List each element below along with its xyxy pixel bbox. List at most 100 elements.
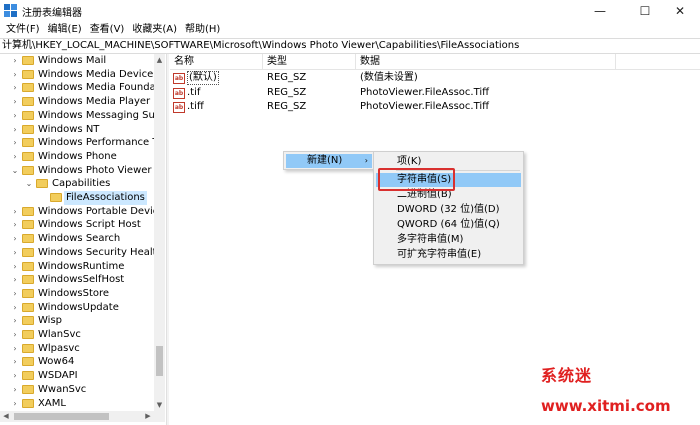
tree-item[interactable]: › WSDAPI [0,369,155,383]
table-row[interactable]: ab .tif REG_SZ PhotoViewer.FileAssoc.Tiff [170,86,700,100]
menu-favorites[interactable]: 收藏夹(A) [128,22,181,38]
folder-icon [22,56,34,65]
menu-item-new[interactable]: 新建(N) › [286,154,372,168]
tree-item[interactable]: › Windows NT [0,123,155,137]
submenu-item-dword-value[interactable]: DWORD (32 位)值(D) [376,203,521,217]
watermark-name: 系统迷 [541,366,593,385]
collapse-chevron-icon[interactable]: ⌄ [24,177,34,191]
scroll-left-icon[interactable]: ◀ [0,411,12,422]
table-row[interactable]: ab .tiff REG_SZ PhotoViewer.FileAssoc.Tiff [170,100,700,114]
expand-chevron-icon[interactable]: › [10,68,20,82]
expand-chevron-icon[interactable]: › [10,95,20,109]
expand-chevron-icon[interactable]: › [10,328,20,342]
scroll-down-icon[interactable]: ▼ [154,399,165,411]
column-name-header[interactable]: 名称 [170,54,263,70]
tree-vertical-scrollbar[interactable]: ▲ ▼ [154,54,165,411]
submenu-item-expandable-string-value[interactable]: 可扩充字符串值(E) [376,248,521,262]
table-row[interactable]: ab (默认) REG_SZ (数值未设置) [170,71,700,85]
tree-item[interactable]: FileAssociations [0,191,155,205]
expand-chevron-icon[interactable]: › [10,136,20,150]
expand-chevron-icon[interactable]: › [10,301,20,315]
expand-chevron-icon[interactable]: › [10,383,20,397]
close-button[interactable]: ✕ [660,0,700,22]
expand-chevron-icon[interactable]: › [10,287,20,301]
expand-chevron-icon[interactable]: › [10,246,20,260]
expand-chevron-icon[interactable]: › [10,123,20,137]
tree-item[interactable]: › Windows Phone [0,150,155,164]
expand-chevron-icon[interactable]: › [10,273,20,287]
value-type: REG_SZ [267,72,307,83]
tree-item[interactable]: ⌄ Windows Photo Viewer [0,164,155,178]
tree-item[interactable]: ⌄ Capabilities [0,177,155,191]
column-type-header[interactable]: 类型 [263,54,356,70]
tree-item-label: Windows Portable Device [38,205,155,217]
pane-splitter[interactable] [166,54,169,425]
tree-item[interactable]: › Wlpasvc [0,342,155,356]
address-bar[interactable]: 计算机\HKEY_LOCAL_MACHINE\SOFTWARE\Microsof… [0,38,700,54]
tree-item-label: Windows Security Health [38,246,155,258]
expand-chevron-icon[interactable]: › [10,150,20,164]
scroll-right-icon[interactable]: ▶ [142,411,154,422]
menu-view[interactable]: 查看(V) [86,22,129,38]
tree-item[interactable]: › Windows Media Foundati [0,81,155,95]
expand-chevron-icon[interactable]: › [10,218,20,232]
maximize-button[interactable]: ☐ [625,0,665,22]
tree-item[interactable]: › Windows Portable Device [0,205,155,219]
tree-item-label: WindowsSelfHost [38,274,125,286]
tree-item[interactable]: › Windows Mail [0,54,155,68]
expand-chevron-icon[interactable]: › [10,54,20,68]
tree-item[interactable]: › WwanSvc [0,383,155,397]
tree-item[interactable]: › Windows Media Player NI [0,95,155,109]
tree-item-label: Windows Phone [38,150,117,162]
tree-item[interactable]: › Windows Media Device M [0,68,155,82]
expand-chevron-icon[interactable]: › [10,342,20,356]
expand-chevron-icon[interactable]: › [10,369,20,383]
submenu-item-key[interactable]: 项(K) [376,155,521,169]
submenu-item-qword-value[interactable]: QWORD (64 位)值(Q) [376,218,521,232]
tree-item[interactable]: › WindowsSelfHost [0,273,155,287]
tree-item[interactable]: › WindowsUpdate [0,301,155,315]
expand-chevron-icon[interactable]: › [10,355,20,369]
folder-icon [22,124,34,134]
tree-item[interactable]: › Windows Messaging Sub [0,109,155,123]
tree-item[interactable]: › WindowsStore [0,287,155,301]
folder-icon [22,97,34,107]
scroll-up-icon[interactable]: ▲ [154,54,165,66]
tree-item[interactable]: › Wisp [0,314,155,328]
tree-item[interactable]: › WindowsRuntime [0,260,155,274]
expand-chevron-icon[interactable]: › [10,260,20,274]
menu-file[interactable]: 文件(F) [2,22,44,38]
tree-item[interactable]: › WlanSvc [0,328,155,342]
value-data: PhotoViewer.FileAssoc.Tiff [360,86,490,98]
column-data-header[interactable]: 数据 [356,54,616,70]
tree-item[interactable]: › Windows Script Host [0,218,155,232]
tree-item-label: Windows Media Player NI [38,96,155,108]
folder-icon [22,69,34,79]
tree-item[interactable]: › Windows Performance To [0,136,155,150]
scroll-thumb[interactable] [156,346,163,376]
tree-item[interactable]: › Wow64 [0,355,155,369]
tree-item-label: WindowsRuntime [38,260,125,272]
tree-item[interactable]: › Windows Security Health [0,246,155,260]
context-menu: 新建(N) › [283,151,375,170]
folder-icon [22,343,34,353]
hscroll-thumb[interactable] [14,413,109,420]
expand-chevron-icon[interactable]: › [10,81,20,95]
expand-chevron-icon[interactable]: › [10,109,20,123]
expand-chevron-icon[interactable]: › [10,205,20,219]
folder-icon [22,288,34,298]
folder-icon [22,83,34,93]
tree-item[interactable]: › Windows Search [0,232,155,246]
menu-edit[interactable]: 编辑(E) [44,22,86,38]
tree-item[interactable]: › XAML [0,397,155,411]
collapse-chevron-icon[interactable]: ⌄ [10,164,20,178]
minimize-button[interactable]: — [580,0,620,22]
expand-chevron-icon[interactable]: › [10,232,20,246]
tree-item-label: XAML [38,397,66,409]
submenu-item-multi-string-value[interactable]: 多字符串值(M) [376,233,521,247]
expand-chevron-icon[interactable]: › [10,314,20,328]
menu-help[interactable]: 帮助(H) [181,22,224,38]
expand-chevron-icon[interactable]: › [10,397,20,411]
tree-item-label: FileAssociations [64,191,147,205]
tree-horizontal-scrollbar[interactable]: ◀ ▶ [0,411,165,422]
